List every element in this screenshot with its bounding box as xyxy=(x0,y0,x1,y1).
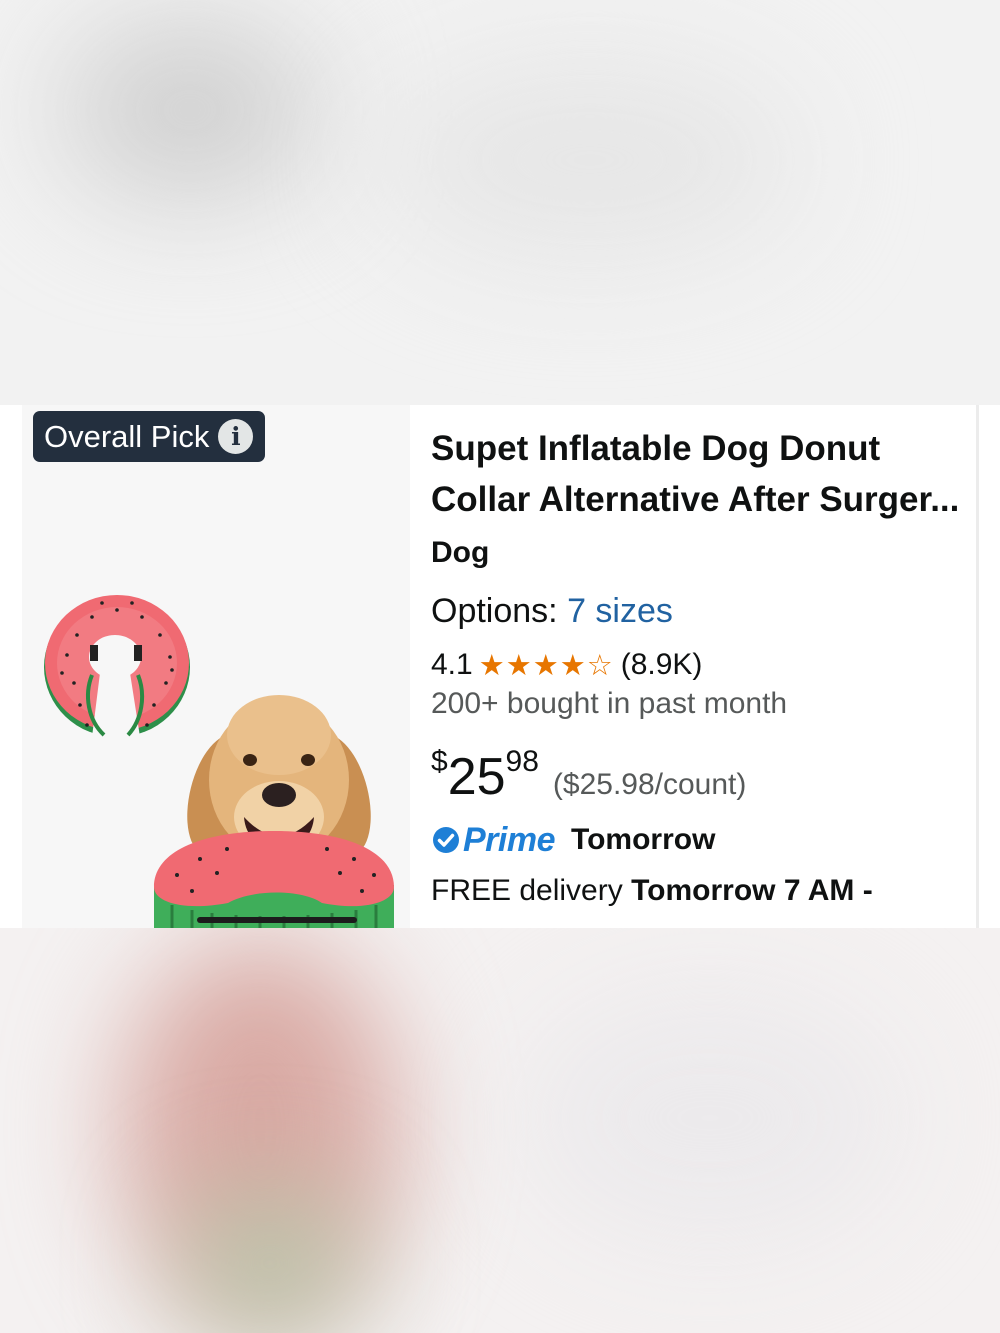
star-rating: ★ ★ ★ ★ ☆ xyxy=(478,647,613,682)
prime-row: Prime Tomorrow xyxy=(431,816,971,864)
blurred-background-bottom xyxy=(0,928,1000,1333)
overall-pick-badge: Overall Pick i xyxy=(33,411,266,462)
star-full-icon: ★ xyxy=(478,647,505,682)
rating-count[interactable]: (8.9K) xyxy=(621,648,703,682)
price-whole: 25 xyxy=(447,748,506,806)
star-full-icon: ★ xyxy=(559,647,586,682)
star-full-icon: ★ xyxy=(532,647,559,682)
blurred-background-top xyxy=(0,0,1000,405)
prime-logo-text: Prime xyxy=(463,820,556,859)
price-symbol: $ xyxy=(431,745,448,778)
delivery-prefix: FREE delivery xyxy=(431,874,623,907)
card-right-edge xyxy=(976,405,979,928)
product-image[interactable] xyxy=(22,555,410,928)
options-row: Options: 7 sizes xyxy=(431,592,971,636)
product-title[interactable]: Supet Inflatable Dog Donut Collar Altern… xyxy=(431,423,971,525)
prime-delivery-day: Tomorrow xyxy=(571,823,716,856)
unit-price: ($25.98/count) xyxy=(552,768,747,801)
donut-collar-thumbnail xyxy=(44,595,190,737)
price-row: $ 25 98 ($25.98/count) xyxy=(431,743,971,806)
product-card[interactable]: Overall Pick i Supet Inflatable Dog Donu… xyxy=(0,405,1000,928)
delivery-date: Tomorrow 7 AM - xyxy=(631,874,873,907)
price-fraction: 98 xyxy=(505,745,539,778)
badge-label: Overall Pick xyxy=(44,418,210,454)
rating-row[interactable]: 4.1 ★ ★ ★ ★ ☆ (8.9K) xyxy=(431,645,971,685)
options-sizes-link[interactable]: 7 sizes xyxy=(567,592,673,630)
product-details: Supet Inflatable Dog Donut Collar Altern… xyxy=(431,423,971,912)
info-icon[interactable]: i xyxy=(218,419,254,454)
delivery-info: FREE delivery Tomorrow 7 AM - xyxy=(431,870,971,912)
rating-value: 4.1 xyxy=(431,648,473,681)
prime-check-icon xyxy=(433,827,459,853)
dog-wearing-collar xyxy=(154,695,394,928)
options-label: Options: xyxy=(431,592,558,630)
product-brand: Dog xyxy=(431,536,490,569)
card-left-edge xyxy=(0,405,22,928)
star-full-icon: ★ xyxy=(505,647,532,682)
bought-in-past-month: 200+ bought in past month xyxy=(431,687,788,720)
star-empty-icon: ☆ xyxy=(586,647,613,682)
